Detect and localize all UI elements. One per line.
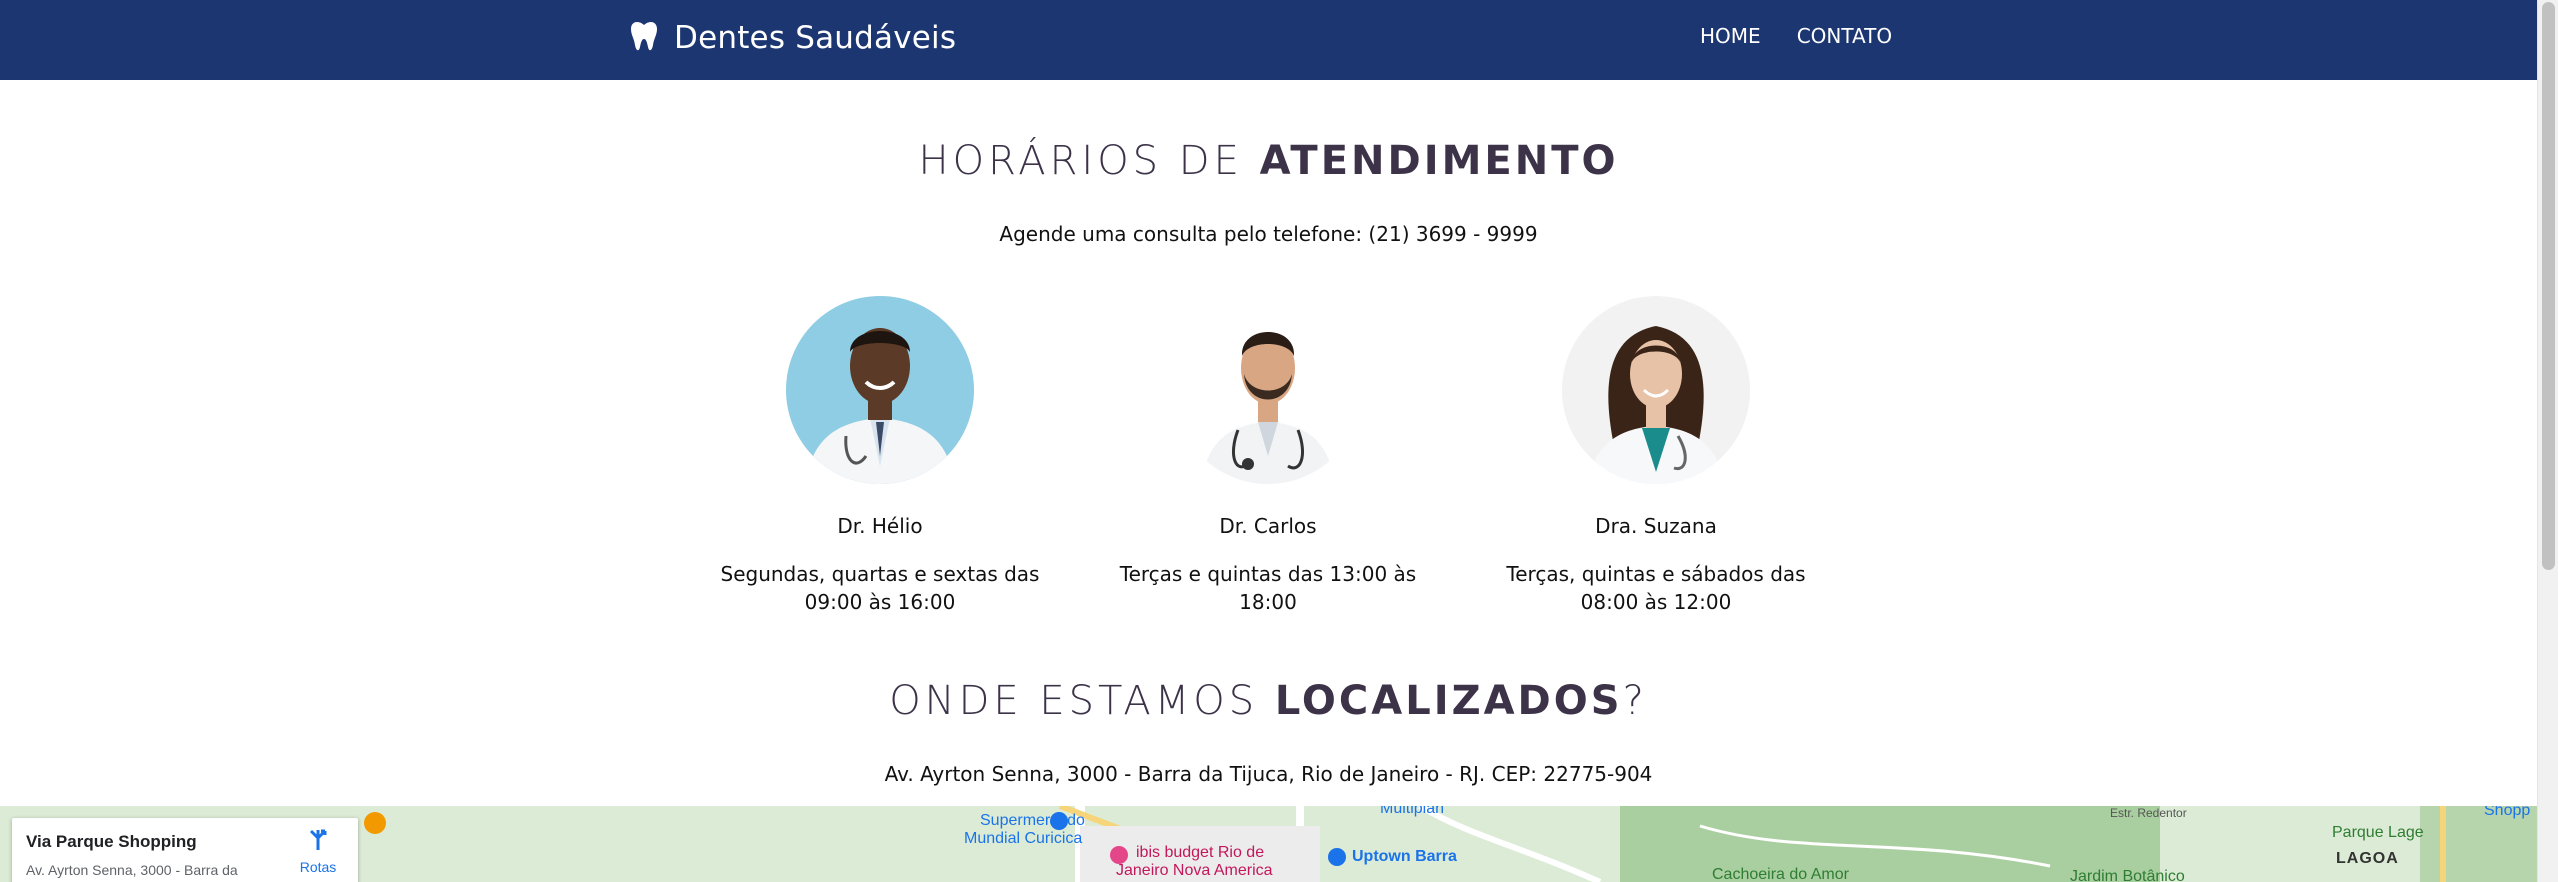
doctor-hours: Terças e quintas das 13:00 às 18:00 [1119, 562, 1417, 614]
map-place-address: Av. Ayrton Senna, 3000 - Barra da [26, 862, 238, 878]
schedule-title-bold: ATENDIMENTO [1259, 138, 1619, 184]
map-label: Supermercado [980, 812, 1085, 829]
brand-name: Dentes Saudáveis [674, 20, 957, 56]
map-label: Parque Lage [2332, 824, 2424, 841]
brand[interactable]: Dentes Saudáveis [628, 16, 956, 60]
map-embed[interactable]: Supermercado Mundial Curicica ibis budge… [0, 806, 2537, 882]
doctor-hours: Segundas, quartas e sextas das 09:00 às … [720, 562, 1040, 614]
doctor-name: Dr. Hélio [837, 514, 923, 538]
doctor-card: Dra. Suzana Terças, quintas e sábados da… [1476, 296, 1836, 616]
nav-menu: HOME CONTATO [1700, 24, 1892, 48]
scrollbar-thumb[interactable] [2542, 2, 2555, 570]
doctor-card: Dr. Carlos Terças e quintas das 13:00 às… [1088, 296, 1448, 616]
directions-button[interactable]: Rotas [292, 828, 344, 875]
nav-home-link[interactable]: HOME [1700, 24, 1761, 48]
shopping-pin-icon[interactable] [1328, 848, 1346, 866]
doctor-photo [1562, 296, 1750, 484]
map-label: Multiplan [1380, 806, 1445, 817]
restaurant-pin-icon[interactable] [364, 812, 386, 834]
location-title-bold: LOCALIZADOS [1274, 678, 1623, 724]
map-label: Janeiro Nova America [1116, 862, 1273, 879]
map-place-name[interactable]: Via Parque Shopping [26, 832, 197, 852]
map-label: Estr. Redentor [2110, 806, 2187, 820]
map-label: Cachoeira do Amor [1712, 866, 1849, 882]
tooth-icon [628, 19, 660, 58]
directions-icon [309, 829, 327, 850]
map-place-card: Via Parque Shopping Av. Ayrton Senna, 30… [12, 818, 358, 882]
vertical-scrollbar[interactable] [2537, 0, 2558, 882]
phone-line: Agende uma consulta pelo telefone: (21) … [999, 222, 1538, 246]
schedule-title-light: HORÁRIOS DE [918, 138, 1243, 184]
location-title: ONDE ESTAMOS LOCALIZADOS? [0, 678, 2537, 724]
schedule-title: HORÁRIOS DE ATENDIMENTO [0, 138, 2537, 184]
doctor-name: Dr. Carlos [1219, 514, 1317, 538]
doctor-card: Dr. Hélio Segundas, quartas e sextas das… [700, 296, 1060, 616]
doctor-name: Dra. Suzana [1595, 514, 1717, 538]
map-label: Mundial Curicica [964, 830, 1083, 847]
navbar: Dentes Saudáveis HOME CONTATO [0, 0, 2537, 80]
location-title-light: ONDE ESTAMOS [889, 678, 1259, 724]
nav-contact-link[interactable]: CONTATO [1797, 24, 1892, 48]
address-line: Av. Ayrton Senna, 3000 - Barra da Tijuca… [884, 762, 1653, 786]
directions-label: Rotas [299, 859, 337, 875]
map-label: Shopp [2484, 806, 2531, 819]
map-label: LAGOA [2336, 850, 2399, 867]
map-label: ibis budget Rio de [1136, 844, 1265, 861]
doctor-photo [1174, 296, 1362, 484]
doctor-photo [786, 296, 974, 484]
doctor-hours: Terças, quintas e sábados das 08:00 às 1… [1506, 562, 1806, 614]
map-label: Uptown Barra [1352, 848, 1457, 865]
location-title-suffix: ? [1622, 678, 1648, 724]
map-label: Jardim Botânico [2070, 868, 2185, 882]
